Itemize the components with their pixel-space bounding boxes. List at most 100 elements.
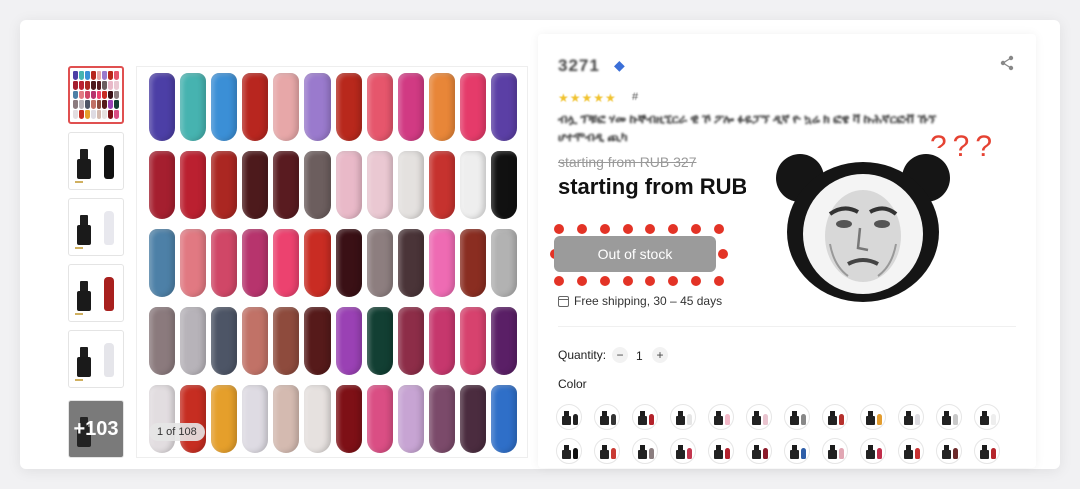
thumbnail-swatch-grid [73, 71, 119, 119]
nail-swatch [149, 307, 176, 375]
color-option[interactable] [632, 438, 658, 464]
nail-swatch [304, 73, 331, 141]
thumbnail-5[interactable] [68, 330, 124, 388]
nail-swatch [397, 73, 424, 141]
mini-swatch [84, 110, 90, 119]
nail-swatch [428, 307, 455, 375]
nail-swatch [335, 73, 362, 141]
nail-swatch [211, 229, 238, 297]
color-option[interactable] [670, 404, 696, 430]
mini-swatch [108, 71, 114, 80]
price-heading: 3271 [558, 56, 600, 75]
color-option[interactable] [670, 438, 696, 464]
color-option[interactable] [936, 438, 962, 464]
color-option[interactable] [594, 404, 620, 430]
nail-swatch [211, 307, 238, 375]
quantity-value[interactable]: 1 [636, 349, 643, 363]
nail-swatch [428, 73, 455, 141]
bottle-image [77, 215, 91, 245]
color-option[interactable] [974, 404, 1000, 430]
shipping-info: Free shipping, 30 – 45 days [558, 294, 722, 308]
divider [558, 326, 1016, 327]
image-counter: 1 of 108 [149, 423, 205, 441]
mini-swatch [73, 110, 78, 119]
rating-count: # [632, 91, 639, 103]
color-option[interactable] [898, 404, 924, 430]
old-price: starting from RUB 327 [558, 154, 697, 170]
nail-swatch [273, 307, 300, 375]
thumbnail-4[interactable] [68, 264, 124, 322]
mini-swatch [102, 80, 108, 90]
color-option[interactable] [746, 404, 772, 430]
highlight-dot [718, 249, 728, 259]
panda-meme-sticker [774, 148, 952, 302]
nail-swatch [304, 385, 331, 453]
nail-swatch [335, 229, 362, 297]
color-option[interactable] [708, 438, 734, 464]
nail-swatch [490, 229, 517, 297]
color-option[interactable] [556, 404, 582, 430]
thumbnail-2[interactable] [68, 132, 124, 190]
color-option[interactable] [784, 404, 810, 430]
mini-swatch [90, 100, 96, 110]
color-option[interactable] [860, 438, 886, 464]
nail-swatch [180, 151, 207, 219]
mini-swatch [108, 90, 114, 100]
nail-swatch [273, 229, 300, 297]
rating-stars: ★★★★★ [558, 91, 617, 105]
nail-swatch [304, 229, 331, 297]
nail-swatch [335, 151, 362, 219]
nail-swatch [459, 151, 486, 219]
nail-swatch [490, 385, 517, 453]
color-option[interactable] [632, 404, 658, 430]
color-option[interactable] [822, 404, 848, 430]
nail-swatch [211, 73, 238, 141]
quantity-increase-button[interactable]: + [652, 347, 668, 363]
mini-swatch [84, 100, 90, 110]
mini-swatch [78, 90, 84, 100]
product-title: ብሏ ፕቹፎ ሃመ ኩኞብዚኚርራ ዊ ኾ ፖሎ ፉዬፓኘ ዲኛ ዮ ኳሬ ክ … [558, 112, 937, 144]
mini-swatch [108, 110, 114, 119]
nail-swatch [242, 307, 269, 375]
color-option[interactable] [822, 438, 848, 464]
nail-swatch [304, 151, 331, 219]
mini-swatch [114, 100, 119, 110]
nail-swatch [366, 307, 393, 375]
quantity-decrease-button[interactable]: − [612, 347, 628, 363]
mini-swatch [114, 90, 119, 100]
nail-swatch [366, 229, 393, 297]
color-option[interactable] [784, 438, 810, 464]
color-option[interactable] [556, 438, 582, 464]
color-option[interactable] [708, 404, 734, 430]
nail-swatch [242, 229, 269, 297]
diamond-icon: ◆ [614, 57, 625, 73]
nail-swatch [273, 385, 300, 453]
color-option[interactable] [898, 438, 924, 464]
color-label: Color [558, 377, 587, 391]
highlight-dots-top [554, 224, 724, 234]
color-option[interactable] [746, 438, 772, 464]
mini-swatch [96, 100, 102, 110]
nail-swatch [149, 229, 176, 297]
bottle-image [101, 343, 117, 377]
color-option[interactable] [860, 404, 886, 430]
nail-swatch [211, 151, 238, 219]
color-option[interactable] [974, 438, 1000, 464]
nail-swatch [366, 385, 393, 453]
main-product-image[interactable]: 1 of 108 [136, 66, 528, 458]
nail-swatch [397, 307, 424, 375]
thumbnail-more[interactable]: +103 [68, 400, 124, 458]
thumbnail-3[interactable] [68, 198, 124, 256]
out-of-stock-button[interactable]: Out of stock [554, 236, 716, 272]
nail-swatch [459, 73, 486, 141]
mini-swatch [108, 100, 114, 110]
color-option[interactable] [594, 438, 620, 464]
nail-swatch [459, 307, 486, 375]
nail-swatch [366, 151, 393, 219]
thumbnail-1[interactable] [68, 66, 124, 124]
nail-swatch [428, 229, 455, 297]
color-option[interactable] [936, 404, 962, 430]
nail-swatch [149, 73, 176, 141]
share-icon[interactable] [998, 54, 1016, 72]
out-of-stock-highlight: Out of stock [550, 224, 728, 286]
